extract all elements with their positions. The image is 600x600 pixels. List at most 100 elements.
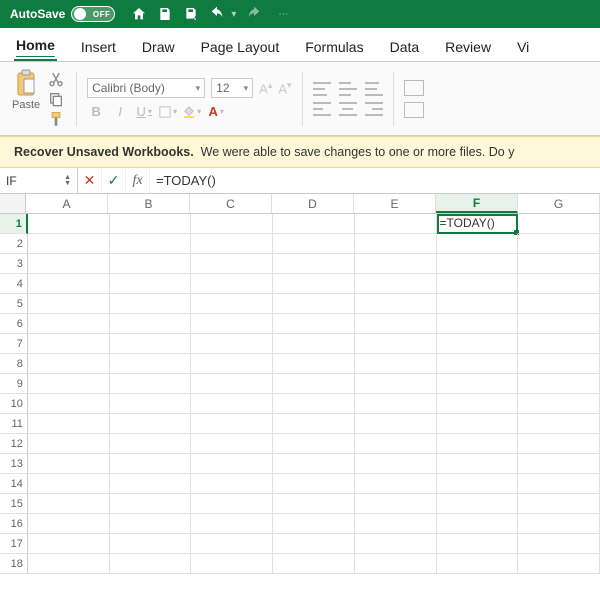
cell-B13[interactable] xyxy=(110,454,192,474)
cell-B5[interactable] xyxy=(110,294,192,314)
cell-B17[interactable] xyxy=(110,534,192,554)
cell-C12[interactable] xyxy=(191,434,273,454)
cell-B2[interactable] xyxy=(110,234,192,254)
cell-D11[interactable] xyxy=(273,414,355,434)
name-box-spinner-icon[interactable]: ▲▼ xyxy=(64,175,71,187)
cell-D17[interactable] xyxy=(273,534,355,554)
cell-A4[interactable] xyxy=(28,274,110,294)
cell-G11[interactable] xyxy=(518,414,600,434)
save-icon[interactable] xyxy=(157,6,173,22)
cell-A8[interactable] xyxy=(28,354,110,374)
cell-G7[interactable] xyxy=(518,334,600,354)
cell-G3[interactable] xyxy=(518,254,600,274)
cell-C10[interactable] xyxy=(191,394,273,414)
increase-font-icon[interactable]: A▴ xyxy=(259,80,272,96)
cell-G13[interactable] xyxy=(518,454,600,474)
font-color-button[interactable]: A▾ xyxy=(207,104,225,119)
cell-B1[interactable] xyxy=(110,214,192,234)
select-all-corner[interactable] xyxy=(0,194,26,213)
cell-D12[interactable] xyxy=(273,434,355,454)
align-center-icon[interactable] xyxy=(339,102,357,116)
row-header-6[interactable]: 6 xyxy=(0,314,28,334)
cell-G5[interactable] xyxy=(518,294,600,314)
row-header-11[interactable]: 11 xyxy=(0,414,28,434)
cell-A7[interactable] xyxy=(28,334,110,354)
cell-C11[interactable] xyxy=(191,414,273,434)
cell-D3[interactable] xyxy=(273,254,355,274)
bold-button[interactable]: B xyxy=(87,104,105,119)
row-header-12[interactable]: 12 xyxy=(0,434,28,454)
tab-data[interactable]: Data xyxy=(388,33,422,61)
border-button[interactable]: ▾ xyxy=(159,105,177,119)
column-header-F[interactable]: F xyxy=(436,194,518,213)
cell-G15[interactable] xyxy=(518,494,600,514)
align-top-icon[interactable] xyxy=(313,82,331,96)
cell-A2[interactable] xyxy=(28,234,110,254)
home-icon[interactable] xyxy=(131,6,147,22)
cell-A5[interactable] xyxy=(28,294,110,314)
row-header-10[interactable]: 10 xyxy=(0,394,28,414)
cell-C5[interactable] xyxy=(191,294,273,314)
column-header-C[interactable]: C xyxy=(190,194,272,213)
cell-B11[interactable] xyxy=(110,414,192,434)
cell-E10[interactable] xyxy=(355,394,437,414)
cell-E4[interactable] xyxy=(355,274,437,294)
cell-A14[interactable] xyxy=(28,474,110,494)
cell-B10[interactable] xyxy=(110,394,192,414)
cell-D6[interactable] xyxy=(273,314,355,334)
tab-view[interactable]: Vi xyxy=(515,33,531,61)
cell-B9[interactable] xyxy=(110,374,192,394)
cell-B4[interactable] xyxy=(110,274,192,294)
autosave-toggle[interactable]: OFF xyxy=(71,6,115,22)
column-header-D[interactable]: D xyxy=(272,194,354,213)
cell-F7[interactable] xyxy=(437,334,519,354)
cell-A16[interactable] xyxy=(28,514,110,534)
cell-G1[interactable] xyxy=(518,214,600,234)
column-header-B[interactable]: B xyxy=(108,194,190,213)
row-header-16[interactable]: 16 xyxy=(0,514,28,534)
column-header-G[interactable]: G xyxy=(518,194,600,213)
row-header-15[interactable]: 15 xyxy=(0,494,28,514)
cell-F2[interactable] xyxy=(437,234,519,254)
cell-A17[interactable] xyxy=(28,534,110,554)
cell-C16[interactable] xyxy=(191,514,273,534)
cell-F11[interactable] xyxy=(437,414,519,434)
cell-B12[interactable] xyxy=(110,434,192,454)
cell-A11[interactable] xyxy=(28,414,110,434)
cell-E5[interactable] xyxy=(355,294,437,314)
cell-B8[interactable] xyxy=(110,354,192,374)
cell-F4[interactable] xyxy=(437,274,519,294)
cell-D5[interactable] xyxy=(273,294,355,314)
cell-A18[interactable] xyxy=(28,554,110,574)
redo-icon[interactable] xyxy=(246,6,262,22)
tab-page-layout[interactable]: Page Layout xyxy=(199,33,282,61)
row-header-9[interactable]: 9 xyxy=(0,374,28,394)
row-header-2[interactable]: 2 xyxy=(0,234,28,254)
tab-draw[interactable]: Draw xyxy=(140,33,177,61)
cut-icon[interactable] xyxy=(48,71,64,87)
qat-customize-icon[interactable]: ⋯ xyxy=(278,9,288,20)
cell-F1[interactable]: =TODAY() xyxy=(437,214,519,234)
cell-G18[interactable] xyxy=(518,554,600,574)
cell-C3[interactable] xyxy=(191,254,273,274)
row-header-1[interactable]: 1 xyxy=(0,214,28,234)
cell-D13[interactable] xyxy=(273,454,355,474)
cell-F17[interactable] xyxy=(437,534,519,554)
enter-formula-button[interactable]: ✓ xyxy=(102,168,126,193)
cell-C6[interactable] xyxy=(191,314,273,334)
font-size-dropdown[interactable]: 12▾ xyxy=(211,78,253,98)
cell-F3[interactable] xyxy=(437,254,519,274)
cell-B6[interactable] xyxy=(110,314,192,334)
cell-A6[interactable] xyxy=(28,314,110,334)
cell-C2[interactable] xyxy=(191,234,273,254)
cell-C1[interactable] xyxy=(191,214,273,234)
cell-A9[interactable] xyxy=(28,374,110,394)
cell-C8[interactable] xyxy=(191,354,273,374)
cell-B15[interactable] xyxy=(110,494,192,514)
cell-C18[interactable] xyxy=(191,554,273,574)
cell-D16[interactable] xyxy=(273,514,355,534)
cell-D7[interactable] xyxy=(273,334,355,354)
cell-E7[interactable] xyxy=(355,334,437,354)
cell-F6[interactable] xyxy=(437,314,519,334)
cell-G14[interactable] xyxy=(518,474,600,494)
